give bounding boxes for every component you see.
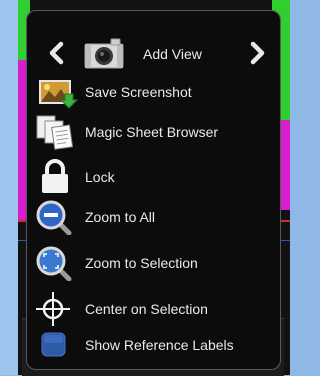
zoom-to-selection-label: Zoom to Selection	[85, 255, 198, 271]
screenshot-save-icon	[35, 74, 79, 110]
zoom-to-all-label: Zoom to All	[85, 209, 156, 225]
lock-item[interactable]: Lock	[35, 159, 275, 195]
chevron-right-icon[interactable]	[245, 38, 269, 68]
documents-icon	[35, 114, 79, 150]
magic-sheet-browser-item[interactable]: Magic Sheet Browser	[35, 114, 275, 150]
padlock-icon	[35, 159, 79, 195]
checkbox-icon[interactable]	[35, 327, 79, 363]
chevron-left-icon[interactable]	[45, 38, 69, 68]
lock-label: Lock	[85, 169, 115, 185]
show-reference-labels-label: Show Reference Labels	[85, 337, 234, 353]
add-view-label[interactable]: Add View	[143, 46, 202, 62]
camera-icon[interactable]	[83, 34, 125, 70]
desktop-edge	[0, 0, 18, 375]
zoom-to-all-item[interactable]: Zoom to All	[35, 199, 275, 236]
zoom-selection-icon	[35, 245, 79, 282]
center-on-selection-item[interactable]: Center on Selection	[35, 291, 275, 327]
show-reference-labels-item[interactable]: Show Reference Labels	[35, 327, 275, 363]
add-view-row: Add View	[27, 34, 280, 74]
crosshair-icon	[35, 291, 79, 327]
center-on-selection-label: Center on Selection	[85, 301, 208, 317]
view-context-menu: Add View Save Screenshot Magic Sheet Bro…	[26, 10, 281, 370]
save-screenshot-label: Save Screenshot	[85, 84, 192, 100]
zoom-out-icon	[35, 199, 79, 236]
save-screenshot-item[interactable]: Save Screenshot	[35, 74, 275, 110]
magic-sheet-browser-label: Magic Sheet Browser	[85, 124, 219, 140]
zoom-to-selection-item[interactable]: Zoom to Selection	[35, 245, 275, 282]
